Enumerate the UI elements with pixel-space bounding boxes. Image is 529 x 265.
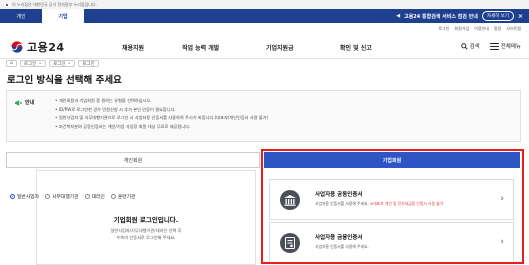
- breadcrumb-home[interactable]: ⌂: [6, 60, 17, 67]
- breadcrumb-label: 로그인: [82, 61, 95, 67]
- util-signup-link[interactable]: 회원가입: [454, 26, 469, 32]
- util-login-link[interactable]: 로그인: [438, 26, 449, 32]
- nav-item-report[interactable]: 확인 및 신고: [340, 43, 372, 52]
- all-menu-button[interactable]: 전체메뉴: [489, 42, 521, 50]
- megaphone-icon: ◀: [396, 13, 401, 19]
- close-icon[interactable]: ×: [518, 13, 523, 20]
- all-menu-label: 전체메뉴: [500, 44, 521, 50]
- page-title: 로그인 방식을 선택해 주세요: [7, 75, 122, 86]
- breadcrumb: ⌂ 로그인 ⌄ 로그인 ⌄ 로그인: [6, 60, 99, 67]
- info-item: 보건복지분야 공동인증서는 개인/기업 사업장 회원 대상 무료로 제공됩니다.: [55, 123, 268, 132]
- home-icon: ⌂: [10, 61, 13, 66]
- logo-text: 고용24: [27, 41, 65, 54]
- radio-agency[interactable]: 사무대행기관: [45, 193, 79, 200]
- hamburger-icon: [489, 42, 499, 50]
- radio-unchecked-icon: [110, 194, 116, 199]
- main-nav: 채용지원 직업 능력 개발 기업지원금 확인 및 신고: [122, 43, 372, 52]
- info-item: 개인회원과 기업회원 중 원하는 유형을 선택하십시오.: [55, 97, 268, 106]
- info-box: 안내 개인회원과 기업회원 중 원하는 유형을 선택하십시오. ID/PW로 로…: [6, 90, 521, 142]
- utility-links: 로그인 회원가입 이용안내 알림 사이트맵: [438, 26, 521, 32]
- search-button[interactable]: 검색: [460, 42, 480, 50]
- radio-label: 일반사업자: [17, 195, 40, 200]
- notice-bar: ◀ 고용24 통합검색 서비스 점검 안내 자세히 보기 ×: [396, 9, 529, 23]
- site-logo[interactable]: 고용24: [10, 39, 65, 55]
- taegukgi-icon: [4, 2, 10, 7]
- nav-item-subsidy[interactable]: 기업지원금: [266, 43, 340, 52]
- corp-login-subtext: 일반사업자/사무대행기관/대리인 선택 후 우측의 인증서로 로그인해 주세요.: [36, 227, 256, 241]
- corp-sub-line: 우측의 인증서로 로그인해 주세요.: [116, 235, 176, 240]
- breadcrumb-item[interactable]: 로그인 ⌄: [49, 60, 76, 67]
- breadcrumb-label: 로그인: [23, 61, 37, 67]
- radio-label: 훈련기관: [117, 195, 136, 200]
- info-list: 개인회원과 기업회원 중 원하는 유형을 선택하십시오. ID/PW로 로그인한…: [55, 97, 268, 131]
- chevron-down-icon: ⌄: [38, 61, 43, 66]
- tab-personal-member[interactable]: 개인회원: [6, 152, 260, 168]
- header-actions: 검색 전체메뉴: [460, 42, 521, 50]
- radio-training-institute[interactable]: 훈련기관: [110, 193, 136, 200]
- chevron-down-icon: ⌄: [67, 61, 72, 66]
- search-label: 검색: [469, 44, 480, 50]
- corp-sub-line: 일반사업자/사무대행기관/대리인 선택 후: [110, 228, 182, 233]
- notice-detail-button[interactable]: 자세히 보기: [481, 11, 514, 21]
- breadcrumb-label: 로그인: [53, 61, 66, 67]
- radio-label: 대리인: [91, 195, 105, 200]
- tab-corporate[interactable]: 기업: [42, 9, 84, 23]
- util-guide-link[interactable]: 이용안내: [474, 26, 489, 32]
- info-label-text: 안내: [25, 100, 35, 106]
- breadcrumb-item[interactable]: 로그인: [78, 60, 99, 67]
- gov-emblem-icon: [10, 41, 24, 53]
- radio-unchecked-icon: [84, 194, 90, 199]
- radio-label: 사무대행기관: [52, 195, 79, 200]
- breadcrumb-item[interactable]: 로그인 ⌄: [19, 60, 47, 67]
- info-label: 안내: [15, 99, 34, 106]
- util-sitemap-link[interactable]: 사이트맵: [506, 26, 521, 32]
- radio-general-business[interactable]: 일반사업자: [10, 193, 39, 200]
- top-tabbar: 개인 기업 ◀ 고용24 통합검색 서비스 점검 안내 자세히 보기 ×: [0, 9, 529, 23]
- megaphone-icon: [15, 99, 22, 106]
- notice-text[interactable]: 고용24 통합검색 서비스 점검 안내: [404, 13, 478, 20]
- radio-unchecked-icon: [45, 194, 51, 199]
- tab-personal[interactable]: 개인: [0, 9, 42, 23]
- search-icon: [460, 42, 468, 50]
- radio-proxy[interactable]: 대리인: [84, 193, 105, 200]
- util-alert-link[interactable]: 알림: [494, 26, 501, 32]
- corp-login-message: 기업회원 로그인입니다.: [113, 216, 179, 224]
- member-type-radio-group: 일반사업자 사무대행기관 대리인 훈련기관: [10, 193, 135, 200]
- nav-item-skills[interactable]: 직업 능력 개발: [182, 43, 266, 52]
- gov-banner: 이 누리집은 대한민국 공식 전자정부 누리집입니다.: [0, 0, 529, 9]
- info-item: 일반사업자 및 사무대행기관으로 로그인 시 사업자용 인증서를 사용하여 주시…: [55, 114, 268, 123]
- gov-banner-text: 이 누리집은 대한민국 공식 전자정부 누리집입니다.: [12, 1, 97, 7]
- info-item: ID/PW로 로그인한 경우 민원신청 시 추가 본인 인증이 필요합니다.: [55, 106, 268, 115]
- highlight-frame: [261, 149, 524, 264]
- site-header: 고용24 채용지원 직업 능력 개발 기업지원금 확인 및 신고 검색 전체메뉴: [0, 33, 529, 59]
- radio-checked-icon: [10, 194, 15, 199]
- nav-item-recruit[interactable]: 채용지원: [122, 43, 182, 52]
